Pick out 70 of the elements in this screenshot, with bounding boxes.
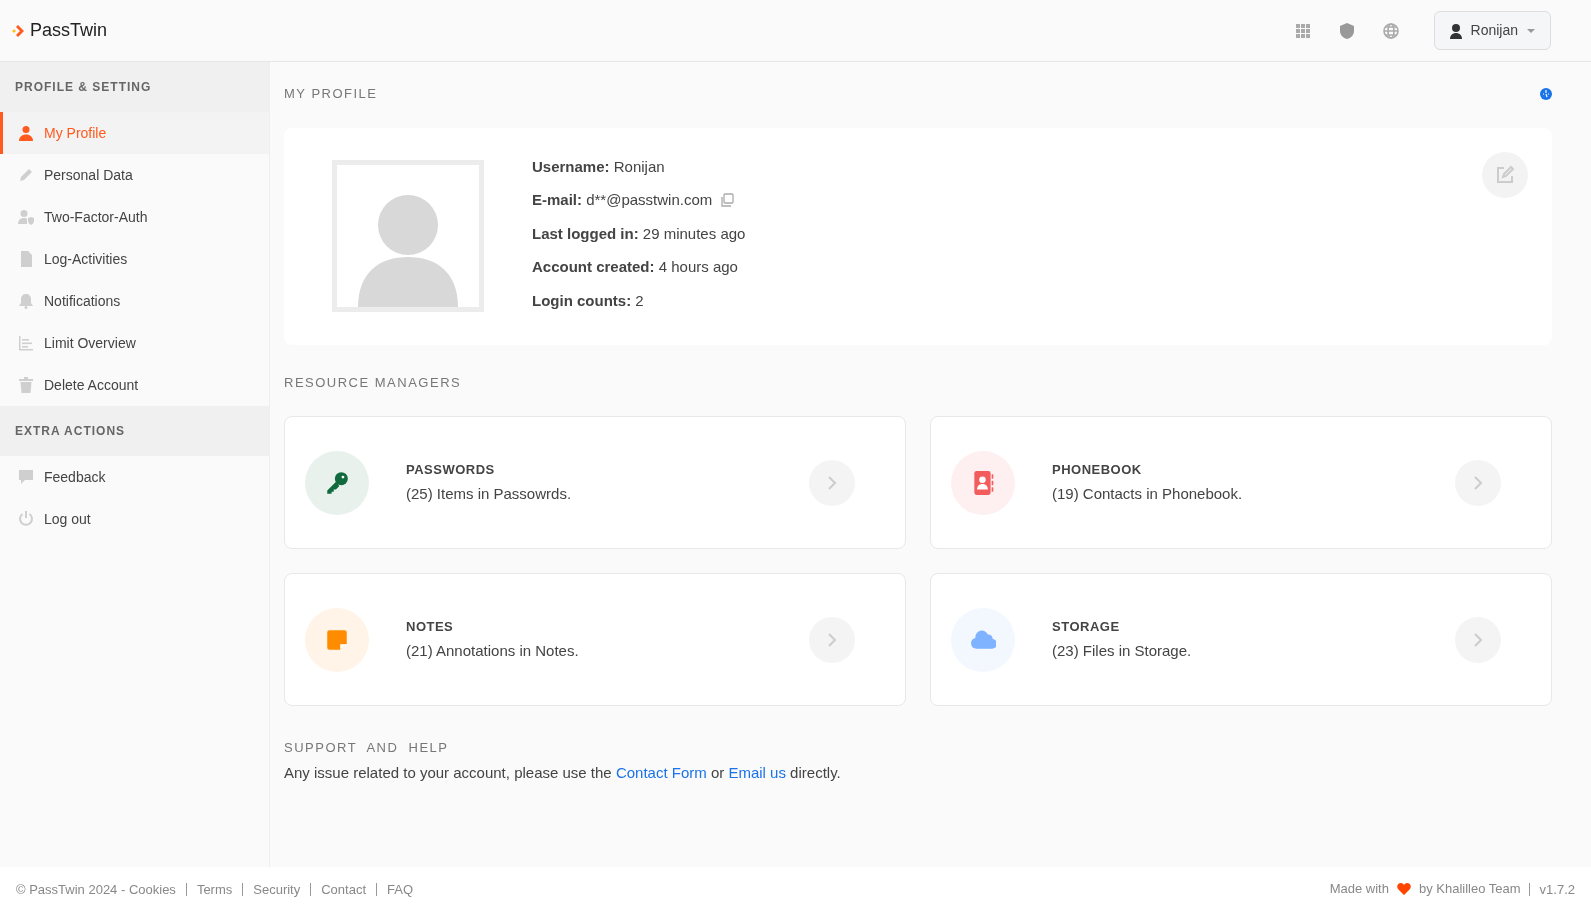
- footer-link[interactable]: Contact: [310, 882, 377, 896]
- chevron-right-icon: [1473, 475, 1483, 490]
- sidebar-section-heading: PROFILE & SETTING: [0, 62, 269, 112]
- logo-icon: [12, 23, 26, 38]
- footer-link[interactable]: Security: [242, 882, 311, 896]
- chevron-button[interactable]: [1455, 459, 1501, 506]
- version-text: v1.7.2: [1528, 882, 1585, 896]
- resource-card[interactable]: NOTES (21) Annotations in Notes.: [284, 573, 906, 706]
- apps-grid-icon[interactable]: [1293, 21, 1312, 40]
- copy-icon[interactable]: [720, 193, 735, 208]
- section-heading: MY PROFILE: [284, 85, 378, 103]
- heart-icon: [1396, 883, 1411, 895]
- card-description: (25) Items in Passowrds.: [406, 484, 573, 504]
- chevron-right-icon: [1473, 632, 1483, 647]
- support-link[interactable]: Email us: [728, 763, 786, 781]
- footer-text: by Khalilleo Team: [1418, 880, 1521, 899]
- sidebar-item[interactable]: Two-Factor-Auth: [0, 196, 269, 238]
- section-heading: SUPPORT AND HELP: [284, 739, 450, 757]
- shield-icon[interactable]: [1337, 21, 1356, 40]
- user-shield-icon: [18, 209, 34, 225]
- user-menu-button[interactable]: Ronijan: [1433, 11, 1551, 50]
- card-title: PHONEBOOK: [1052, 460, 1143, 479]
- card-description: (23) Files in Storage.: [1052, 641, 1193, 661]
- card-title: STORAGE: [1052, 617, 1121, 636]
- footer-link[interactable]: Terms: [185, 882, 243, 896]
- speech-bubble-icon: [18, 469, 34, 485]
- support-text: Any issue related to your account, please use the Contact Form or Email us directly.: [284, 762, 842, 783]
- brand-name[interactable]: PassTwin: [30, 17, 108, 44]
- chevron-button[interactable]: [1455, 616, 1501, 663]
- document-icon: [18, 251, 34, 267]
- globe-icon[interactable]: [1381, 21, 1400, 40]
- sidebar-item[interactable]: Log out: [0, 498, 269, 540]
- resource-card[interactable]: STORAGE (23) Files in Storage.: [930, 573, 1552, 706]
- trash-icon: [18, 377, 34, 393]
- sidebar-item[interactable]: Delete Account: [0, 364, 269, 406]
- profile-field: Username: Ronijan: [532, 155, 665, 178]
- card-title: NOTES: [406, 617, 455, 636]
- support-link[interactable]: Contact Form: [615, 763, 707, 781]
- avatar-icon: [1448, 22, 1463, 39]
- sidebar-item[interactable]: Personal Data: [0, 154, 269, 196]
- footer-link[interactable]: FAQ: [376, 882, 424, 896]
- footer-link[interactable]: © PassTwin 2024 - Cookies: [16, 882, 186, 896]
- profile-field: E-mail: d**@passtwin.com: [532, 189, 713, 212]
- sidebar-section-heading: EXTRA ACTIONS: [0, 406, 269, 456]
- person-icon: [18, 125, 34, 141]
- sidebar-item[interactable]: Notifications: [0, 280, 269, 322]
- footer-text: Made with: [1329, 880, 1389, 899]
- card-description: (19) Contacts in Phonebook.: [1052, 484, 1244, 504]
- profile-field: Login counts: 2: [532, 289, 644, 312]
- chevron-right-icon: [827, 632, 837, 647]
- sidebar-item[interactable]: Log-Activities: [0, 238, 269, 280]
- sidebar-item[interactable]: Feedback: [0, 456, 269, 498]
- profile-field: Account created: 4 hours ago: [532, 256, 738, 279]
- chevron-button[interactable]: [809, 459, 855, 506]
- profile-field: Last logged in: 29 minutes ago: [532, 222, 746, 245]
- bell-icon: [18, 293, 34, 309]
- resource-card[interactable]: PHONEBOOK (19) Contacts in Phonebook.: [930, 416, 1552, 549]
- power-icon: [18, 511, 34, 527]
- card-title: PASSWORDS: [406, 460, 496, 479]
- bar-chart-icon: [18, 335, 34, 351]
- chevron-right-icon: [827, 475, 837, 490]
- sidebar-item[interactable]: Limit Overview: [0, 322, 269, 364]
- caret-icon: [1526, 27, 1536, 34]
- edit-button[interactable]: [1482, 151, 1528, 198]
- edit-icon: [1495, 164, 1515, 185]
- pencil-icon: [18, 167, 34, 183]
- resource-card[interactable]: PASSWORDS (25) Items in Passowrds.: [284, 416, 906, 549]
- chevron-button[interactable]: [809, 616, 855, 663]
- section-heading: RESOURCE MANAGERS: [284, 373, 463, 392]
- card-description: (21) Annotations in Notes.: [406, 641, 580, 661]
